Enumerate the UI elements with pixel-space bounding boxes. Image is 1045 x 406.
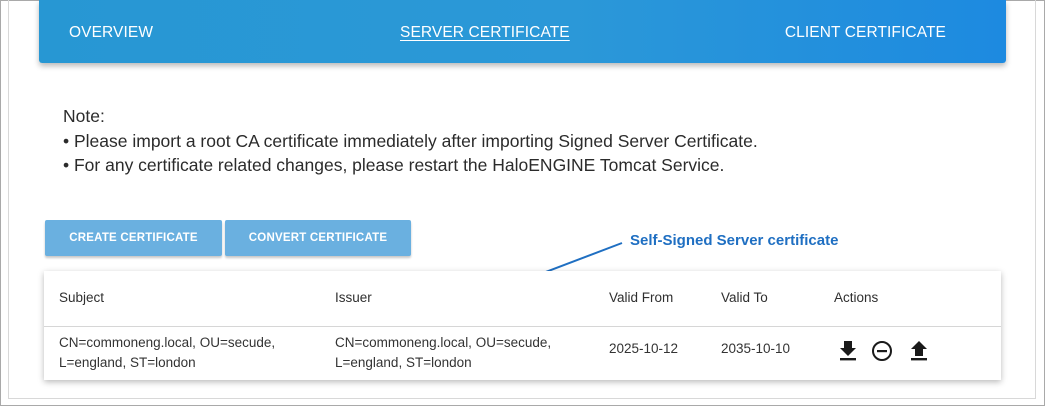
header-divider [44,326,1001,327]
certificate-tab-bar: OVERVIEW SERVER CERTIFICATE CLIENT CERTI… [39,0,1006,63]
convert-certificate-button[interactable]: CONVERT CERTIFICATE [225,220,411,256]
column-header-issuer: Issuer [335,290,372,305]
remove-circle-icon[interactable] [870,337,894,363]
note-heading: Note: [63,106,105,126]
cell-valid-to: 2035-10-10 [721,341,791,356]
column-header-subject: Subject [59,290,105,305]
upload-icon[interactable] [907,337,931,363]
download-icon[interactable] [836,337,860,363]
column-header-valid-to: Valid To [721,290,768,305]
note-line-restart: • For any certificate related changes, p… [63,155,725,175]
create-certificate-button[interactable]: CREATE CERTIFICATE [45,220,222,256]
certificate-table: Subject Issuer Valid From Valid To Actio… [44,271,1001,380]
column-header-actions: Actions [834,290,879,305]
tab-overview[interactable]: OVERVIEW [69,24,153,42]
cell-subject: CN=commoneng.local, OU=secude, L=england… [59,335,276,370]
tab-client-certificate[interactable]: CLIENT CERTIFICATE [785,24,946,42]
cell-issuer: CN=commoneng.local, OU=secude, L=england… [335,335,552,370]
note-line-root-ca: • Please import a root CA certificate im… [63,130,758,151]
note-section: Note: • Please import a root CA certific… [63,104,758,178]
tab-server-certificate[interactable]: SERVER CERTIFICATE [400,24,570,42]
annotation-label: Self-Signed Server certificate [630,232,839,249]
cell-valid-from: 2025-10-12 [609,341,679,356]
column-header-valid-from: Valid From [609,290,674,305]
